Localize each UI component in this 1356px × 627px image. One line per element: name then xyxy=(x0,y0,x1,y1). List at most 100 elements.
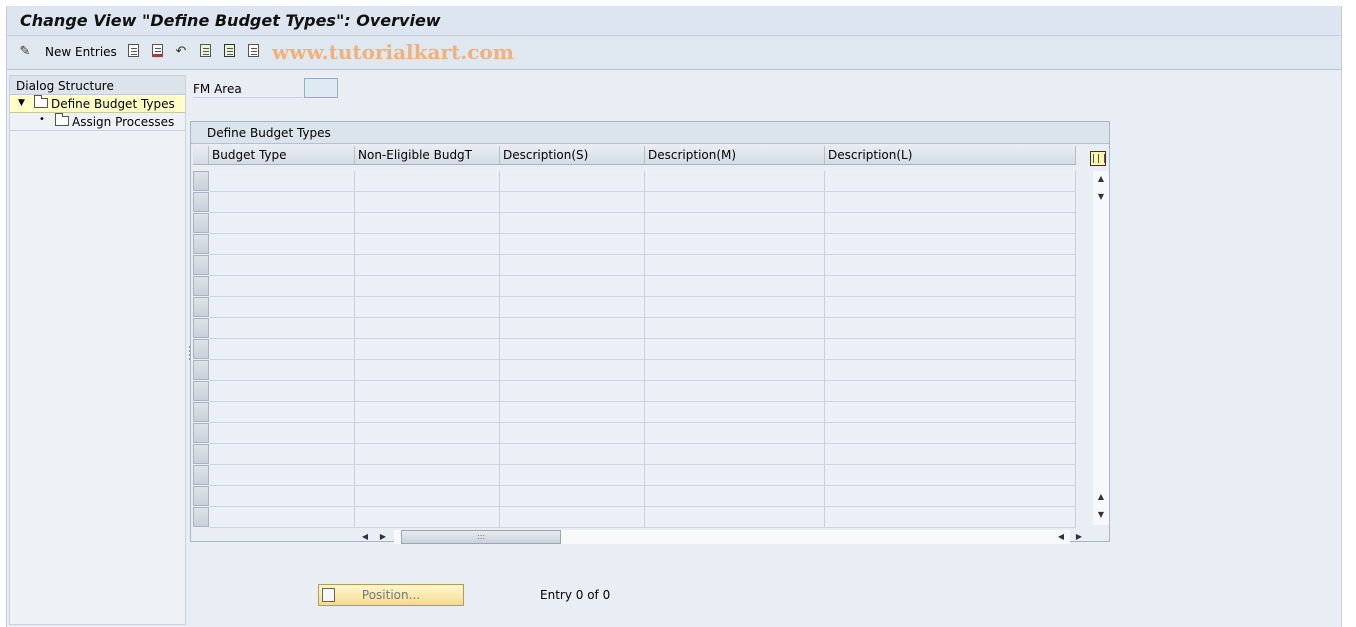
table-cell[interactable] xyxy=(645,192,825,213)
table-cell[interactable] xyxy=(355,318,500,339)
table-cell[interactable] xyxy=(825,318,1076,339)
column-header-description-l[interactable]: Description(L) xyxy=(825,146,1076,165)
fm-area-input[interactable] xyxy=(304,78,338,98)
table-cell[interactable] xyxy=(209,444,355,465)
table-cell[interactable] xyxy=(825,402,1076,423)
table-cell[interactable] xyxy=(209,465,355,486)
table-cell[interactable] xyxy=(209,276,355,297)
table-cell[interactable] xyxy=(825,423,1076,444)
table-cell[interactable] xyxy=(645,402,825,423)
table-cell[interactable] xyxy=(825,486,1076,507)
table-cell[interactable] xyxy=(355,486,500,507)
scroll-up-arrow-icon[interactable]: ▲ xyxy=(1095,173,1107,185)
table-cell[interactable] xyxy=(645,507,825,528)
table-cell[interactable] xyxy=(825,381,1076,402)
table-cell[interactable] xyxy=(355,423,500,444)
table-cell[interactable] xyxy=(825,213,1076,234)
table-cell[interactable] xyxy=(209,318,355,339)
column-header-budget-type[interactable]: Budget Type xyxy=(209,146,355,165)
scroll-down-arrow-icon[interactable]: ▼ xyxy=(1095,191,1107,203)
tree-item-define-budget-types[interactable]: ▼ Define Budget Types xyxy=(10,95,185,113)
table-settings-icon[interactable] xyxy=(1090,151,1106,166)
table-cell[interactable] xyxy=(825,507,1076,528)
table-cell[interactable] xyxy=(645,339,825,360)
table-cell[interactable] xyxy=(645,423,825,444)
table-cell[interactable] xyxy=(355,360,500,381)
column-header-description-m[interactable]: Description(M) xyxy=(645,146,825,165)
table-cell[interactable] xyxy=(825,444,1076,465)
table-cell[interactable] xyxy=(500,255,645,276)
new-entries-button[interactable]: New Entries xyxy=(45,45,117,59)
table-cell[interactable] xyxy=(500,213,645,234)
table-cell[interactable] xyxy=(500,402,645,423)
row-selector[interactable] xyxy=(193,486,209,506)
scroll-far-right-arrow-icon[interactable]: ▶ xyxy=(1073,531,1085,543)
table-cell[interactable] xyxy=(209,255,355,276)
table-cell[interactable] xyxy=(209,192,355,213)
table-cell[interactable] xyxy=(355,444,500,465)
table-cell[interactable] xyxy=(645,444,825,465)
table-cell[interactable] xyxy=(825,339,1076,360)
table-cell[interactable] xyxy=(209,171,355,192)
table-cell[interactable] xyxy=(645,213,825,234)
table-cell[interactable] xyxy=(500,318,645,339)
table-cell[interactable] xyxy=(645,255,825,276)
vertical-scrollbar[interactable]: ▲ ▼ ▲ ▼ xyxy=(1093,171,1109,525)
table-cell[interactable] xyxy=(355,465,500,486)
table-cell[interactable] xyxy=(209,234,355,255)
table-cell[interactable] xyxy=(500,507,645,528)
table-cell[interactable] xyxy=(209,423,355,444)
table-cell[interactable] xyxy=(500,465,645,486)
table-cell[interactable] xyxy=(500,486,645,507)
toggle-change-icon[interactable]: ✎ xyxy=(17,44,33,60)
row-selector[interactable] xyxy=(193,318,209,338)
table-cell[interactable] xyxy=(209,339,355,360)
row-selector[interactable] xyxy=(193,255,209,275)
scroll-far-left-arrow-icon[interactable]: ◀ xyxy=(1055,531,1067,543)
table-cell[interactable] xyxy=(825,255,1076,276)
table-cell[interactable] xyxy=(355,402,500,423)
table-cell[interactable] xyxy=(500,297,645,318)
table-cell[interactable] xyxy=(355,276,500,297)
table-cell[interactable] xyxy=(355,507,500,528)
page-down-arrow-icon[interactable]: ▼ xyxy=(1095,509,1107,521)
table-cell[interactable] xyxy=(825,234,1076,255)
row-selector[interactable] xyxy=(193,276,209,296)
undo-icon[interactable]: ↶ xyxy=(173,44,189,60)
select-all-icon[interactable] xyxy=(197,44,213,60)
table-cell[interactable] xyxy=(355,381,500,402)
table-cell[interactable] xyxy=(209,486,355,507)
horizontal-scroll-thumb[interactable]: ::: xyxy=(401,530,561,544)
tree-item-assign-processes[interactable]: • Assign Processes xyxy=(10,113,185,131)
row-selector[interactable] xyxy=(193,444,209,464)
table-cell[interactable] xyxy=(209,213,355,234)
table-cell[interactable] xyxy=(645,276,825,297)
table-cell[interactable] xyxy=(500,234,645,255)
page-up-arrow-icon[interactable]: ▲ xyxy=(1095,491,1107,503)
expand-triangle-icon[interactable]: ▼ xyxy=(18,98,25,108)
select-all-rows-header[interactable] xyxy=(193,146,209,165)
table-cell[interactable] xyxy=(500,192,645,213)
table-cell[interactable] xyxy=(645,234,825,255)
table-cell[interactable] xyxy=(825,192,1076,213)
table-cell[interactable] xyxy=(500,339,645,360)
row-selector[interactable] xyxy=(193,507,209,527)
deselect-all-icon[interactable] xyxy=(245,44,261,60)
scroll-right-arrow-icon[interactable]: ▶ xyxy=(377,531,389,543)
row-selector[interactable] xyxy=(193,402,209,422)
table-cell[interactable] xyxy=(825,297,1076,318)
row-selector[interactable] xyxy=(193,192,209,212)
table-cell[interactable] xyxy=(645,381,825,402)
row-selector[interactable] xyxy=(193,339,209,359)
table-cell[interactable] xyxy=(209,297,355,318)
table-cell[interactable] xyxy=(500,276,645,297)
table-cell[interactable] xyxy=(500,381,645,402)
row-selector[interactable] xyxy=(193,360,209,380)
select-block-icon[interactable] xyxy=(221,44,237,60)
table-cell[interactable] xyxy=(209,507,355,528)
column-header-description-s[interactable]: Description(S) xyxy=(500,146,645,165)
scroll-left-arrow-icon[interactable]: ◀ xyxy=(359,531,371,543)
table-cell[interactable] xyxy=(209,381,355,402)
table-cell[interactable] xyxy=(500,360,645,381)
row-selector[interactable] xyxy=(193,297,209,317)
